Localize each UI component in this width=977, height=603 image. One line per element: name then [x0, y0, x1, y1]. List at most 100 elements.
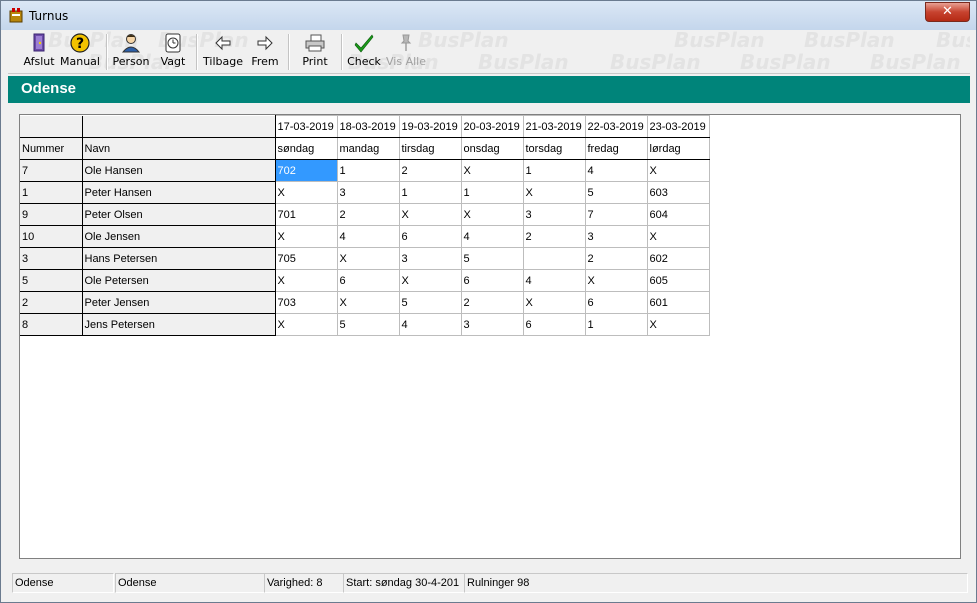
status-field-location: Odense [12, 573, 114, 593]
turnus-window: Turnus ✕ BusPlan BusPlan BusPlan BusPlan… [0, 0, 977, 603]
schedule-cell[interactable]: X [646, 313, 710, 336]
schedule-cell[interactable]: 7 [584, 203, 648, 226]
weekday-header: torsdag [522, 137, 586, 160]
schedule-cell[interactable]: 4 [522, 269, 586, 292]
schedule-cell[interactable]: X [646, 225, 710, 248]
schedule-cell[interactable]: X [522, 181, 586, 204]
date-header: 22-03-2019 [584, 115, 648, 138]
schedule-cell[interactable]: X [460, 159, 524, 182]
weekday-header: tirsdag [398, 137, 462, 160]
person-label: Person [112, 55, 150, 68]
schedule-cell[interactable]: 5 [336, 313, 400, 336]
schedule-cell[interactable]: X [336, 291, 400, 314]
watermark-text: BusPlan [870, 50, 961, 74]
table-row: 1 Peter Hansen X 3 1 1 X 5 603 [20, 181, 710, 204]
schedule-cell[interactable]: 6 [584, 291, 648, 314]
schedule-cell[interactable]: X [274, 181, 338, 204]
schedule-cell[interactable]: X [460, 203, 524, 226]
schedule-cell[interactable]: X [398, 269, 462, 292]
schedule-cell[interactable]: 2 [398, 159, 462, 182]
name-column-header: Navn [82, 137, 276, 160]
row-number-cell: 1 [20, 181, 83, 204]
row-number-cell: 2 [20, 291, 83, 314]
schedule-cell[interactable]: 2 [336, 203, 400, 226]
schedule-cell[interactable]: X [646, 159, 710, 182]
schedule-cell[interactable]: 701 [274, 203, 338, 226]
schedule-cell[interactable]: 705 [274, 247, 338, 270]
schedule-cell[interactable]: 604 [646, 203, 710, 226]
schedule-cell[interactable]: 605 [646, 269, 710, 292]
schedule-cell[interactable]: 1 [460, 181, 524, 204]
watermark-text: BusPlan [418, 30, 509, 52]
schedule-cell[interactable]: 3 [398, 247, 462, 270]
status-field-start: Start: søndag 30-4-201 [343, 573, 465, 593]
schedule-cell[interactable]: X [398, 203, 462, 226]
schedule-cell[interactable]: 5 [460, 247, 524, 270]
schedule-cell[interactable]: X [584, 269, 648, 292]
schedule-cell[interactable]: 6 [522, 313, 586, 336]
frem-button[interactable]: Frem [248, 33, 282, 71]
schedule-cell[interactable]: 3 [336, 181, 400, 204]
person-button[interactable]: Person [111, 33, 151, 71]
title-bar[interactable]: Turnus ✕ [1, 1, 976, 30]
print-button[interactable]: Print [297, 33, 333, 71]
schedule-cell[interactable]: X [522, 291, 586, 314]
afslut-label: Afslut [23, 55, 55, 68]
schedule-cell[interactable]: X [274, 269, 338, 292]
schedule-cell[interactable]: 5 [398, 291, 462, 314]
schedule-cell[interactable]: 6 [460, 269, 524, 292]
schedule-cell[interactable]: 703 [274, 291, 338, 314]
row-name-cell: Hans Petersen [82, 247, 276, 270]
row-name-cell: Peter Hansen [82, 181, 276, 204]
arrow-left-icon [215, 35, 231, 51]
schedule-cell[interactable]: 3 [460, 313, 524, 336]
vagt-button[interactable]: Vagt [155, 33, 191, 71]
schedule-cell[interactable]: 3 [522, 203, 586, 226]
schedule-cell[interactable]: 2 [522, 225, 586, 248]
schedule-cell[interactable]: 702 [274, 159, 338, 182]
date-header: 20-03-2019 [460, 115, 524, 138]
schedule-cell[interactable]: 3 [584, 225, 648, 248]
schedule-grid[interactable]: 17-03-2019 18-03-2019 19-03-2019 20-03-2019… [19, 114, 961, 559]
schedule-cell[interactable]: 4 [336, 225, 400, 248]
schedule-cell[interactable]: 5 [584, 181, 648, 204]
svg-text:?: ? [76, 36, 84, 52]
schedule-cell[interactable]: 2 [584, 247, 648, 270]
table-row: 2 Peter Jensen 703 X 5 2 X 6 601 [20, 291, 710, 314]
weekday-header: søndag [274, 137, 338, 160]
row-number-cell: 9 [20, 203, 83, 226]
location-header: Odense [8, 76, 970, 103]
row-number-cell: 7 [20, 159, 83, 182]
schedule-cell[interactable] [522, 247, 586, 270]
schedule-cell[interactable]: 603 [646, 181, 710, 204]
close-button[interactable]: ✕ [925, 2, 970, 22]
row-name-cell: Ole Hansen [82, 159, 276, 182]
schedule-cell[interactable]: 4 [584, 159, 648, 182]
row-name-cell: Jens Petersen [82, 313, 276, 336]
status-field-area: Odense [115, 573, 265, 593]
afslut-button[interactable]: Afslut [21, 33, 57, 71]
tilbage-button[interactable]: Tilbage [202, 33, 244, 71]
schedule-cell[interactable]: 6 [398, 225, 462, 248]
schedule-cell[interactable]: 2 [460, 291, 524, 314]
schedule-cell[interactable]: 4 [460, 225, 524, 248]
toolbar-separator [288, 34, 290, 70]
row-number-cell: 10 [20, 225, 83, 248]
schedule-cell[interactable]: 1 [398, 181, 462, 204]
schedule-cell[interactable]: X [274, 225, 338, 248]
schedule-cell[interactable]: X [274, 313, 338, 336]
schedule-cell[interactable]: 4 [398, 313, 462, 336]
tilbage-label: Tilbage [203, 55, 243, 68]
checkmark-icon [354, 34, 374, 53]
schedule-cell[interactable]: 601 [646, 291, 710, 314]
schedule-cell[interactable]: 6 [336, 269, 400, 292]
schedule-cell[interactable]: 1 [584, 313, 648, 336]
manual-button[interactable]: ? Manual [59, 33, 101, 71]
vis-alle-button[interactable]: Vis Alle [386, 33, 426, 71]
schedule-cell[interactable]: 1 [522, 159, 586, 182]
check-button[interactable]: Check [346, 33, 382, 71]
schedule-cell[interactable]: 602 [646, 247, 710, 270]
schedule-cell[interactable]: 1 [336, 159, 400, 182]
schedule-cell[interactable]: X [336, 247, 400, 270]
toolbar-separator [106, 34, 108, 70]
